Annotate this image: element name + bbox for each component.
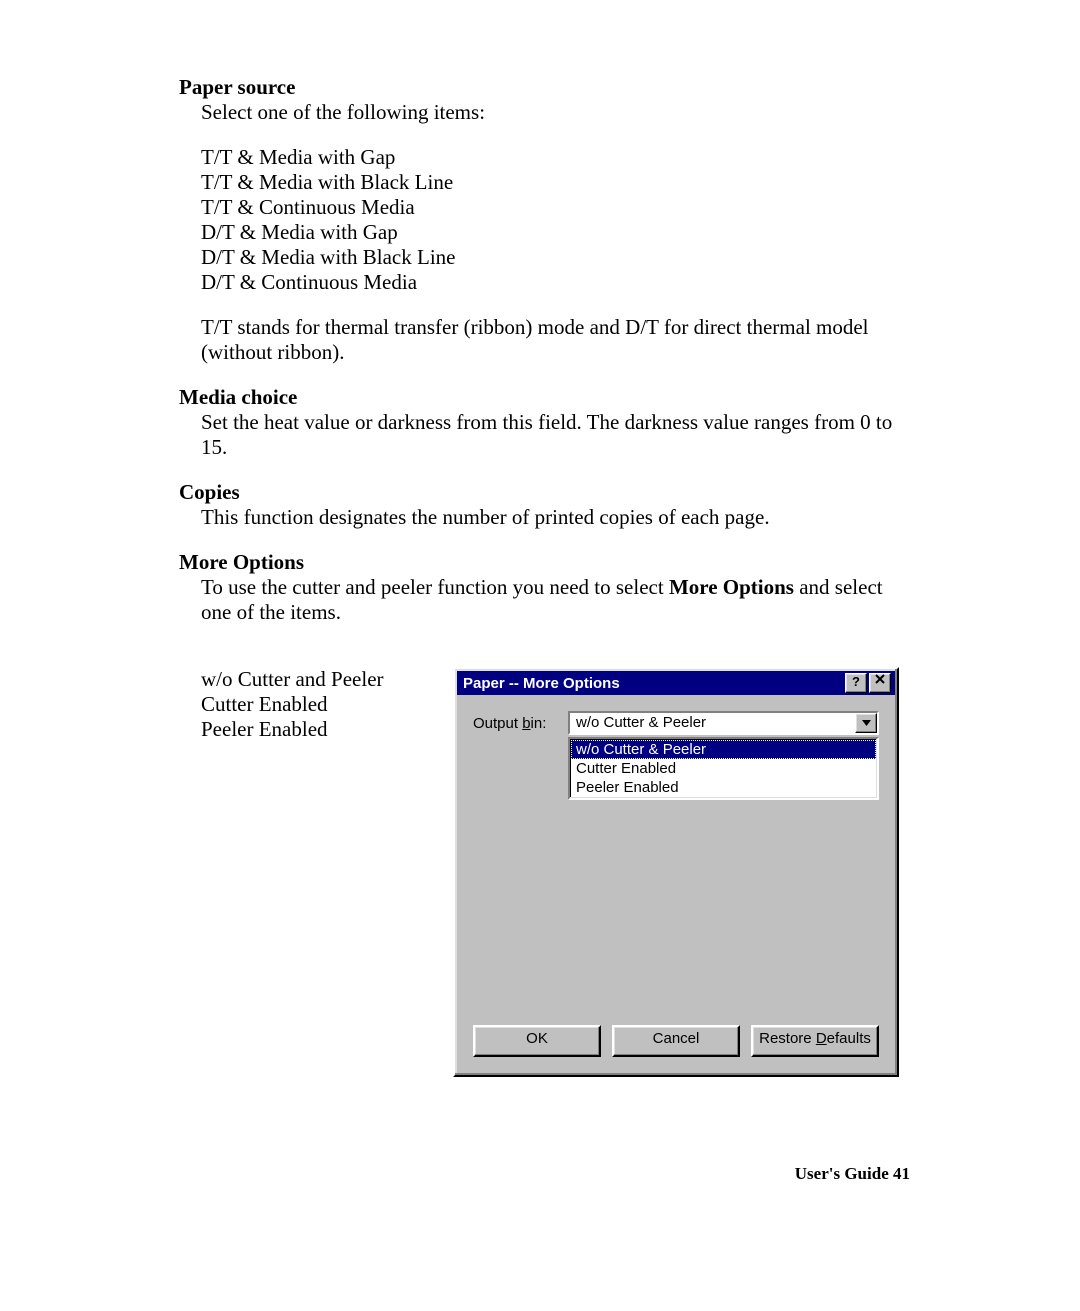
label-text: Output <box>473 715 522 732</box>
copies-text: This function designates the number of p… <box>201 505 914 530</box>
heading-paper-source: Paper source <box>179 75 914 100</box>
list-item: w/o Cutter and Peeler <box>201 667 453 692</box>
btn-text: efaults <box>827 1030 871 1047</box>
combo-dropdown-button[interactable] <box>855 713 877 733</box>
combo-selected-text: w/o Cutter & Peeler <box>570 713 855 733</box>
help-button[interactable]: ? <box>845 673 867 693</box>
more-options-text-pre: To use the cutter and peeler function yo… <box>201 575 669 599</box>
paper-source-item: T/T & Continuous Media <box>201 195 914 220</box>
dialog-title: Paper -- More Options <box>463 675 843 692</box>
dialog-client-area: Output bin: w/o Cutter & Peeler w/o Cutt… <box>455 697 897 1075</box>
output-bin-dropdown[interactable]: w/o Cutter & Peeler Cutter Enabled Peele… <box>568 737 879 800</box>
paper-source-item: D/T & Media with Black Line <box>201 245 914 270</box>
ok-button[interactable]: OK <box>473 1025 601 1057</box>
btn-underline: D <box>816 1030 827 1047</box>
cancel-button[interactable]: Cancel <box>612 1025 740 1057</box>
list-item: Peeler Enabled <box>201 717 453 742</box>
output-bin-combo-wrap: w/o Cutter & Peeler w/o Cutter & Peeler … <box>568 711 879 800</box>
dropdown-option[interactable]: Peeler Enabled <box>571 778 876 797</box>
chevron-down-icon <box>862 720 871 726</box>
heading-copies: Copies <box>179 480 914 505</box>
dialog-spacer <box>473 800 879 1015</box>
paper-source-item: D/T & Continuous Media <box>201 270 914 295</box>
page-footer: User's Guide 41 <box>0 1164 1080 1184</box>
dropdown-option[interactable]: Cutter Enabled <box>571 759 876 778</box>
dropdown-option[interactable]: w/o Cutter & Peeler <box>571 740 876 759</box>
paper-source-note: T/T stands for thermal transfer (ribbon)… <box>201 315 914 365</box>
heading-more-options: More Options <box>179 550 914 575</box>
paper-more-options-dialog: Paper -- More Options ? Output bin: w/o … <box>453 667 899 1077</box>
restore-defaults-button[interactable]: Restore Defaults <box>751 1025 879 1057</box>
page-content: Paper source Select one of the following… <box>179 75 914 1077</box>
dialog-titlebar[interactable]: Paper -- More Options ? <box>457 671 895 695</box>
more-options-dialog-container: Paper -- More Options ? Output bin: w/o … <box>453 667 914 1077</box>
more-options-text-bold: More Options <box>669 575 794 599</box>
label-underline: b <box>522 715 530 732</box>
close-icon <box>875 674 885 684</box>
output-bin-combobox[interactable]: w/o Cutter & Peeler <box>568 711 879 735</box>
output-bin-row: Output bin: w/o Cutter & Peeler w/o Cutt… <box>473 711 879 800</box>
paper-source-item: T/T & Media with Black Line <box>201 170 914 195</box>
dialog-button-row: OK Cancel Restore Defaults <box>473 1015 879 1057</box>
btn-text: Restore <box>759 1030 816 1047</box>
heading-media-choice: Media choice <box>179 385 914 410</box>
more-options-row: w/o Cutter and Peeler Cutter Enabled Pee… <box>201 667 914 1077</box>
media-choice-text: Set the heat value or darkness from this… <box>201 410 914 460</box>
close-button[interactable] <box>869 673 891 693</box>
paper-source-item: T/T & Media with Gap <box>201 145 914 170</box>
output-bin-label: Output bin: <box>473 711 568 732</box>
label-text: in: <box>531 715 547 732</box>
more-options-text: To use the cutter and peeler function yo… <box>201 575 914 625</box>
more-options-left-list: w/o Cutter and Peeler Cutter Enabled Pee… <box>201 667 453 742</box>
paper-source-item: D/T & Media with Gap <box>201 220 914 245</box>
paper-source-intro: Select one of the following items: <box>201 100 914 125</box>
list-item: Cutter Enabled <box>201 692 453 717</box>
